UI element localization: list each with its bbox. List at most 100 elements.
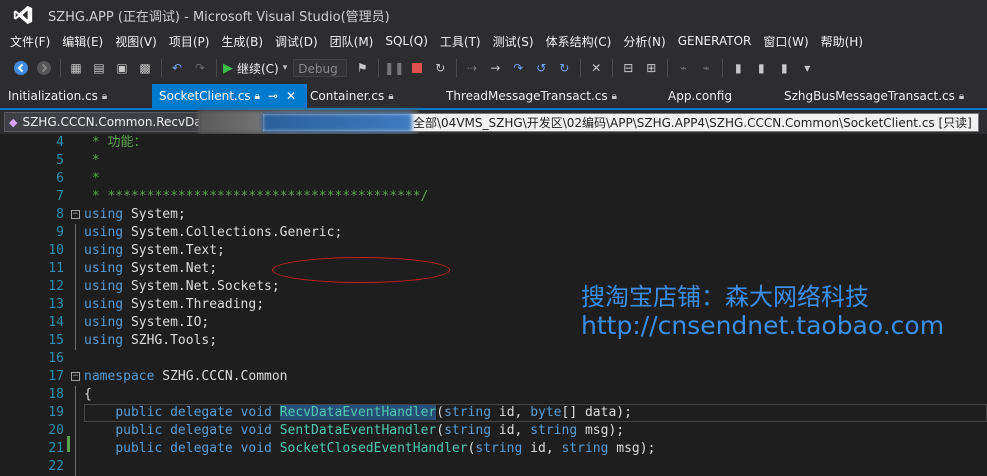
line-number: 10 (48, 243, 64, 258)
code-token: id, (491, 405, 531, 420)
code-line[interactable]: 17− namespace SZHG.CCCN.Common (0, 368, 987, 386)
menu-item[interactable]: 视图(V) (109, 33, 163, 50)
outline-guide (75, 314, 76, 332)
menu-item[interactable]: 帮助(H) (815, 33, 869, 50)
pin-tab-icon[interactable]: ⊸ (268, 89, 278, 103)
code-token: using (84, 297, 124, 312)
code-line[interactable]: 11 using System.Net; (0, 260, 987, 278)
save-all-icon[interactable]: ▩ (136, 59, 154, 77)
bookmark-icon[interactable]: ⌁ (674, 59, 692, 77)
toolbar-overflow-icon[interactable]: ▾ (798, 59, 816, 77)
uncomment-icon[interactable]: ⊞ (642, 59, 660, 77)
code-line[interactable]: 4 * 功能： (0, 134, 987, 152)
step-into-icon[interactable]: → (486, 59, 504, 77)
stop-icon[interactable] (408, 59, 426, 77)
menu-bar: 文件(F) 编辑(E) 视图(V) 项目(P) 生成(B) 调试(D) 团队(M) SQL(Q… (0, 30, 987, 52)
code-line[interactable]: 21 public delegate void SocketClosedEven… (0, 440, 987, 458)
outline-guide (75, 332, 76, 350)
code-line[interactable]: 10 using System.Text; (0, 242, 987, 260)
code-text: * **************************************… (84, 188, 429, 206)
code-token: string (475, 441, 523, 456)
code-token: [] data); (561, 405, 632, 420)
bookmark-next-icon[interactable]: ▮ (752, 59, 770, 77)
code-token: using (84, 333, 124, 348)
code-token: using (84, 207, 124, 222)
step-back-icon[interactable]: ↻ (555, 59, 573, 77)
line-number: 19 (48, 405, 64, 420)
tab-socketclient[interactable]: SocketClient.cs 🔒︎ ⊸ ✕ (152, 84, 307, 108)
code-line[interactable]: 9 using System.Collections.Generic; (0, 224, 987, 242)
menu-item[interactable]: 分析(N) (617, 33, 671, 50)
tab-initialization[interactable]: Initialization.cs 🔒︎ (8, 84, 107, 108)
outline-guide (75, 422, 76, 440)
toolbar-separator (612, 59, 614, 77)
line-number: 20 (48, 423, 64, 438)
comment-icon[interactable]: ⊟ (619, 59, 637, 77)
undo-icon[interactable]: ↶ (168, 59, 186, 77)
pause-icon[interactable]: ❚❚ (384, 59, 404, 77)
outline-guide (75, 224, 76, 242)
bookmark-clear-icon[interactable]: ▮ (775, 59, 793, 77)
menu-item[interactable]: 测试(S) (487, 33, 540, 50)
continue-button[interactable]: ▶ 继续(C) ▾ (223, 60, 287, 77)
toolbar-separator (161, 59, 162, 77)
solution-config-select[interactable]: Debug (293, 59, 348, 77)
menu-item[interactable]: 工具(T) (434, 33, 487, 50)
line-number: 17 (48, 369, 64, 384)
tab-container[interactable]: Container.cs 🔒︎ (310, 84, 394, 108)
redo-icon[interactable]: ↷ (191, 59, 209, 77)
code-line[interactable]: 6 * (0, 170, 987, 188)
menu-item[interactable]: 调试(D) (269, 33, 324, 50)
close-tab-icon[interactable]: ✕ (286, 89, 296, 103)
collapse-region-icon[interactable]: − (71, 210, 80, 219)
toolbar-separator (216, 59, 217, 77)
bookmark-flag-icon[interactable]: ▮ (729, 59, 747, 77)
code-token: using (84, 261, 124, 276)
play-icon: ▶ (223, 60, 233, 76)
code-text: using System.Collections.Generic; (84, 224, 342, 242)
code-line[interactable]: 5 * (0, 152, 987, 170)
code-line[interactable]: 18 { (0, 386, 987, 404)
tab-label: Initialization.cs (8, 89, 98, 103)
tab-app-config[interactable]: App.config (668, 84, 732, 108)
code-token: System; (123, 207, 186, 222)
menu-item[interactable]: 文件(F) (4, 33, 56, 50)
menu-item[interactable]: 项目(P) (163, 33, 216, 50)
hex-display-icon[interactable]: ✕ (587, 59, 605, 77)
menu-item[interactable]: GENERATOR (672, 34, 758, 48)
code-line[interactable]: 16 (0, 350, 987, 368)
code-line[interactable]: 8− using System; (0, 206, 987, 224)
class-dropdown[interactable]: ◆ SZHG.CCCN.Common.RecvDa (4, 112, 200, 132)
bookmark-prev-icon[interactable]: ⌁ (697, 59, 715, 77)
code-line[interactable]: 20 public delegate void SentDataEventHan… (0, 422, 987, 440)
menu-item[interactable]: 窗口(W) (757, 33, 814, 50)
open-file-icon[interactable]: ▤ (90, 59, 108, 77)
code-token: msg); (577, 423, 625, 438)
step-over-icon[interactable]: ↷ (509, 59, 527, 77)
line-number: 22 (48, 459, 64, 474)
show-next-statement-icon[interactable]: ⇢ (463, 59, 481, 77)
code-line[interactable]: 19 public delegate void RecvDataEventHan… (0, 404, 987, 422)
code-line[interactable]: 7 * ************************************… (0, 188, 987, 206)
code-text: public delegate void SocketClosedEventHa… (84, 440, 655, 458)
tab-szhgbusmessagetransact[interactable]: SzhgBusMessageTransact.cs 🔒︎ (784, 84, 964, 108)
menu-item[interactable]: 体系结构(C) (540, 33, 618, 50)
collapse-region-icon[interactable]: − (71, 372, 80, 381)
new-project-icon[interactable]: ▦ (67, 59, 85, 77)
code-text: public delegate void RecvDataEventHandle… (84, 404, 632, 422)
menu-item[interactable]: 团队(M) (324, 33, 380, 50)
menu-item[interactable]: 生成(B) (215, 33, 269, 50)
restart-icon[interactable]: ↻ (431, 59, 449, 77)
step-out-icon[interactable]: ↺ (532, 59, 550, 77)
save-icon[interactable]: ▣ (113, 59, 131, 77)
menu-item[interactable]: SQL(Q) (379, 34, 434, 48)
attach-process-icon[interactable]: ⚑ (353, 59, 371, 77)
watermark-line-2: http://cnsendnet.taobao.com (581, 311, 945, 340)
tab-threadmessagetransact[interactable]: ThreadMessageTransact.cs 🔒︎ (446, 84, 617, 108)
navigate-back-icon[interactable] (12, 59, 30, 77)
navigate-forward-icon[interactable] (35, 59, 53, 77)
tab-label: SzhgBusMessageTransact.cs (784, 89, 955, 103)
code-line[interactable]: 22 (0, 458, 987, 476)
code-token: public (115, 441, 163, 456)
menu-item[interactable]: 编辑(E) (56, 33, 109, 50)
